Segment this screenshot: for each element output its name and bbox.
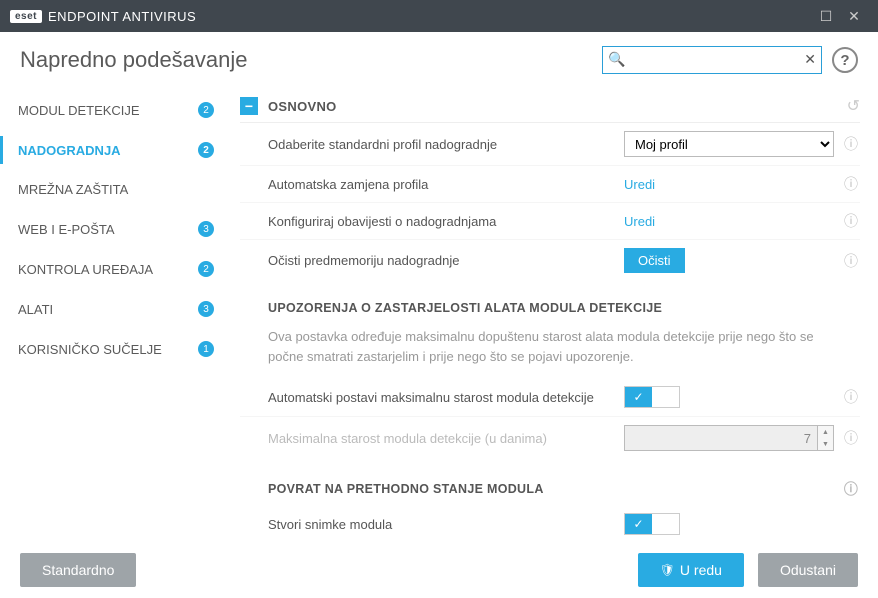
window-close-icon[interactable]: ✕ <box>840 8 868 25</box>
label: Automatski postavi maksimalnu starost mo… <box>268 390 624 405</box>
info-icon[interactable]: ⓘ <box>842 174 860 194</box>
sidebar-item-web-email[interactable]: WEB I E-POŠTA 3 <box>0 209 230 249</box>
section-header-basic: − OSNOVNO ↺ <box>240 90 860 123</box>
info-icon[interactable]: ⓘ <box>842 211 860 231</box>
row-configure-notifications: Konfiguriraj obavijesti o nadogradnjama … <box>240 203 860 240</box>
info-icon[interactable]: ⓘ <box>842 251 860 271</box>
badge: 2 <box>198 102 214 118</box>
ok-button[interactable]: 🛡 U redu <box>638 553 744 587</box>
reset-section-icon[interactable]: ↺ <box>847 96 860 116</box>
header: Napredno podešavanje 🔍 ✕ ? <box>0 32 878 84</box>
help-button[interactable]: ? <box>832 47 858 73</box>
section-header-warnings: UPOZORENJA O ZASTARJELOSTI ALATA MODULA … <box>240 281 860 321</box>
page-title: Napredno podešavanje <box>20 47 602 73</box>
edit-notifications-link[interactable]: Uredi <box>624 214 655 229</box>
section-description: Ova postavka određuje maksimalnu dopušte… <box>240 321 860 378</box>
section-header-rollback: POVRAT NA PRETHODNO STANJE MODULA ⓘ <box>240 459 860 505</box>
check-icon: ✓ <box>633 517 643 531</box>
label: Očisti predmemoriju nadogradnje <box>268 253 624 268</box>
sidebar-item-device-control[interactable]: KONTROLA UREĐAJA 2 <box>0 249 230 289</box>
badge: 2 <box>198 261 214 277</box>
row-default-profile: Odaberite standardni profil nadogradnje … <box>240 123 860 166</box>
search-input[interactable] <box>602 46 822 74</box>
badge: 3 <box>198 301 214 317</box>
titlebar: eset ENDPOINT ANTIVIRUS ☐ ✕ <box>0 0 878 32</box>
sidebar-item-detection[interactable]: MODUL DETEKCIJE 2 <box>0 90 230 130</box>
content-pane: − OSNOVNO ↺ Odaberite standardni profil … <box>230 84 878 542</box>
create-snapshots-toggle[interactable]: ✓ <box>624 513 680 535</box>
check-icon: ✓ <box>633 390 643 404</box>
sidebar-item-ui[interactable]: KORISNIČKO SUČELJE 1 <box>0 329 230 369</box>
search-wrap: 🔍 ✕ <box>602 46 822 74</box>
row-auto-switch-profile: Automatska zamjena profila Uredi ⓘ <box>240 166 860 203</box>
window-maximize-icon[interactable]: ☐ <box>812 8 840 25</box>
clear-search-icon[interactable]: ✕ <box>804 51 816 68</box>
sidebar: MODUL DETEKCIJE 2 NADOGRADNJA 2 MREŽNA Z… <box>0 84 230 542</box>
label: Maksimalna starost modula detekcije (u d… <box>268 431 624 446</box>
default-button[interactable]: Standardno <box>20 553 136 587</box>
row-create-snapshots: Stvori snimke modula ✓ ⓘ <box>240 505 860 542</box>
shield-icon: 🛡 <box>660 563 675 577</box>
row-auto-max-age: Automatski postavi maksimalnu starost mo… <box>240 378 860 417</box>
auto-max-age-toggle[interactable]: ✓ <box>624 386 680 408</box>
cancel-button[interactable]: Odustani <box>758 553 858 587</box>
label: Automatska zamjena profila <box>268 177 624 192</box>
badge: 2 <box>198 142 214 158</box>
section-title: OSNOVNO <box>268 99 847 114</box>
info-icon[interactable]: ⓘ <box>842 387 860 407</box>
max-age-spinner: ▲ ▼ <box>624 425 834 451</box>
spinner-up-icon[interactable]: ▲ <box>818 426 833 438</box>
profile-select[interactable]: Moj profil <box>624 131 834 157</box>
sidebar-item-tools[interactable]: ALATI 3 <box>0 289 230 329</box>
row-clear-cache: Očisti predmemoriju nadogradnje Očisti ⓘ <box>240 240 860 281</box>
search-icon: 🔍 <box>608 51 625 68</box>
sidebar-item-update[interactable]: NADOGRADNJA 2 <box>0 130 230 170</box>
product-name: ENDPOINT ANTIVIRUS <box>48 9 196 24</box>
badge: 3 <box>198 221 214 237</box>
max-age-input <box>624 425 818 451</box>
clear-cache-button[interactable]: Očisti <box>624 248 685 273</box>
label: Konfiguriraj obavijesti o nadogradnjama <box>268 214 624 229</box>
label: Stvori snimke modula <box>268 517 624 532</box>
edit-auto-switch-link[interactable]: Uredi <box>624 177 655 192</box>
sidebar-item-network[interactable]: MREŽNA ZAŠTITA <box>0 170 230 209</box>
info-icon[interactable]: ⓘ <box>842 479 860 499</box>
info-icon[interactable]: ⓘ <box>842 428 860 448</box>
footer: Standardno 🛡 U redu Odustani <box>0 542 878 598</box>
spinner-down-icon[interactable]: ▼ <box>818 438 833 450</box>
label: Odaberite standardni profil nadogradnje <box>268 137 624 152</box>
badge: 1 <box>198 341 214 357</box>
row-max-age-days: Maksimalna starost modula detekcije (u d… <box>240 417 860 459</box>
info-icon[interactable]: ⓘ <box>842 134 860 154</box>
brand-badge: eset <box>10 10 42 23</box>
collapse-button[interactable]: − <box>240 97 258 115</box>
